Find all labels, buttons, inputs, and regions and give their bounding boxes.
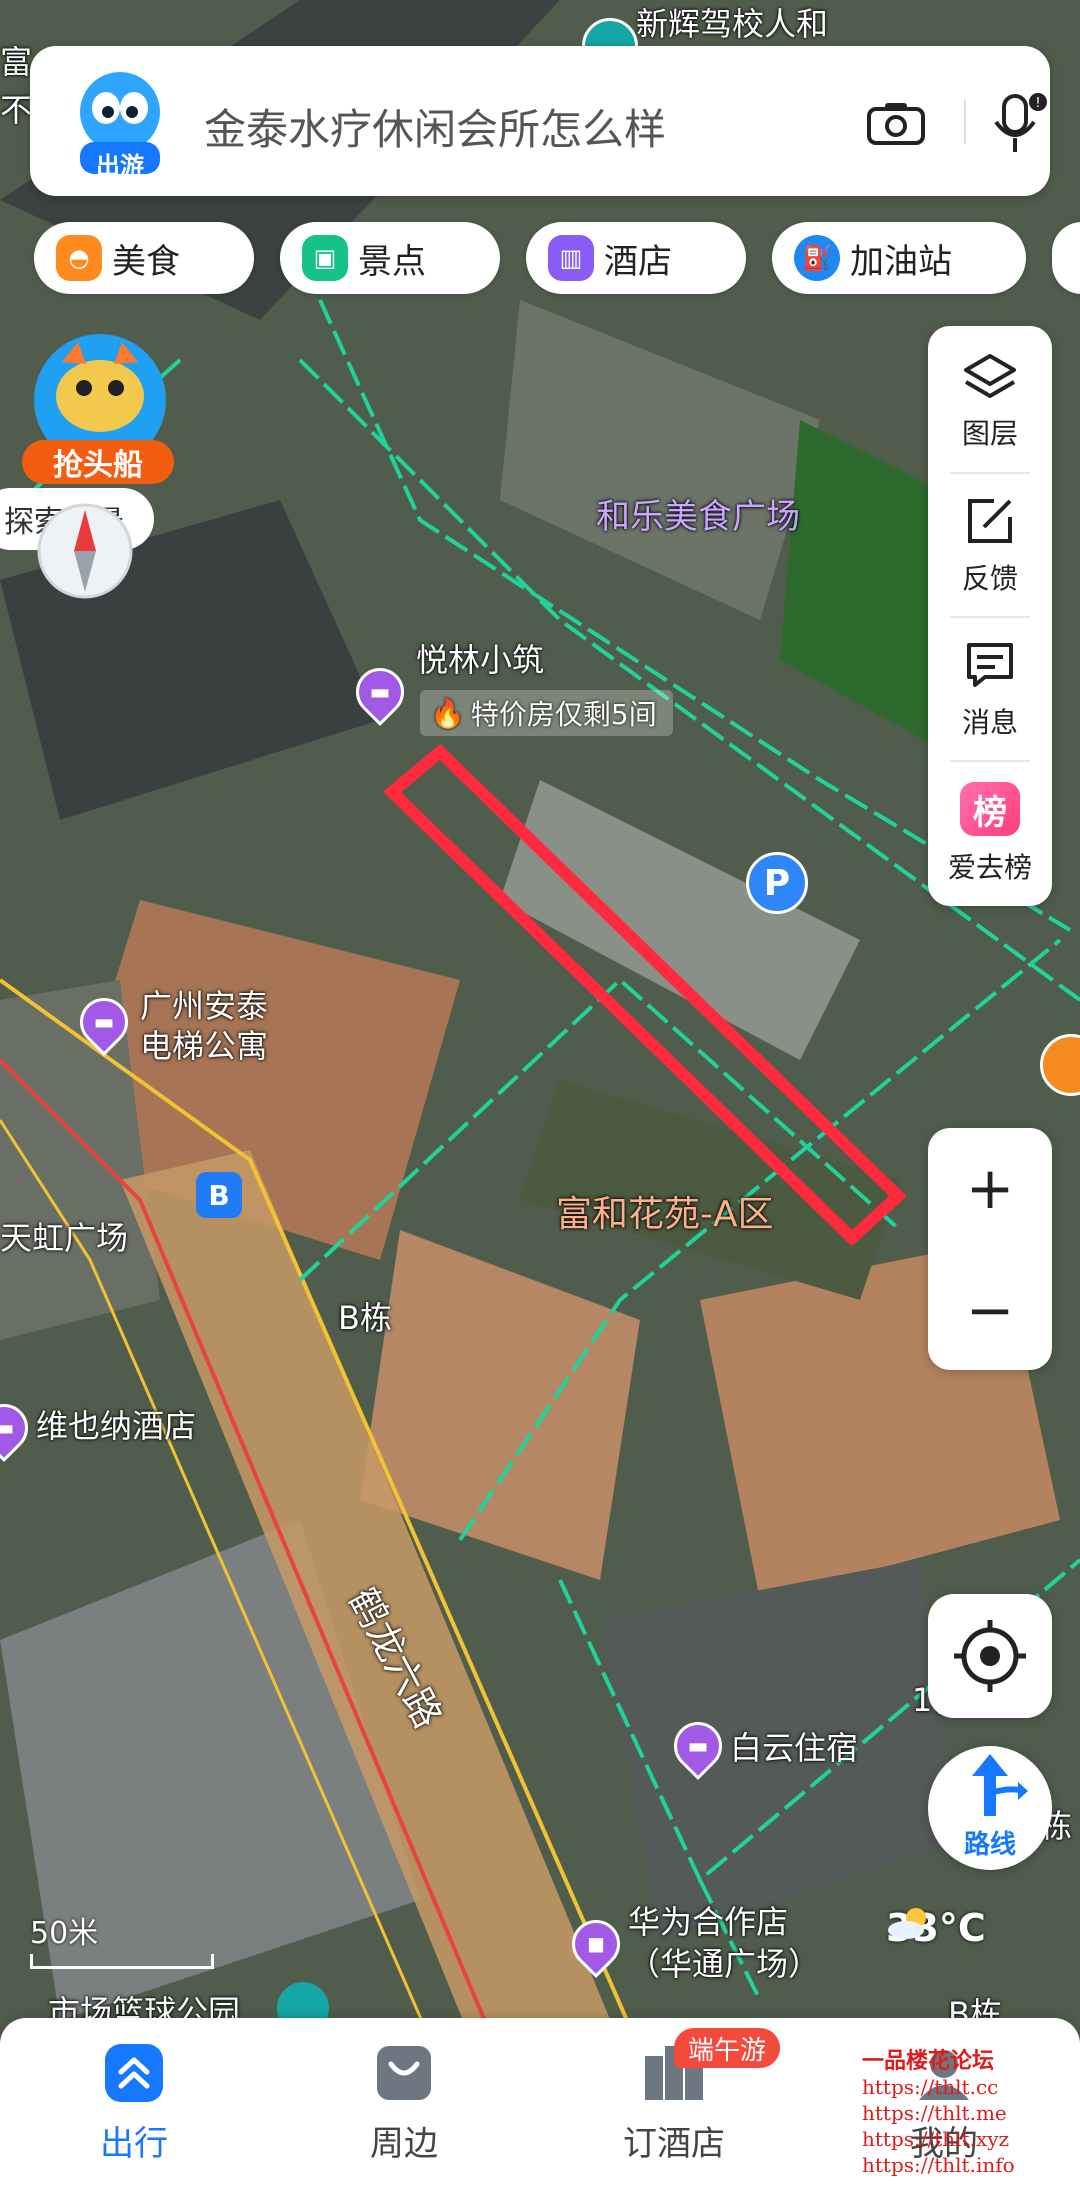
food-icon: ◓ [56, 235, 102, 281]
chip-gas-label: 加油站 [850, 241, 952, 282]
feedback-icon [968, 499, 1012, 543]
scenery-icon: ▣ [302, 235, 348, 281]
edge-label-1: 富 [0, 43, 33, 81]
chip-hotel-label: 酒店 [604, 241, 672, 282]
edge-label-2: 不 [0, 91, 33, 129]
search-input[interactable]: 金泰水疗休闲会所怎么样 [204, 96, 666, 157]
message-label: 消息 [961, 706, 1018, 739]
locate-button[interactable] [928, 1594, 1052, 1718]
hotel-icon: ▥ [548, 235, 594, 281]
zoom-out-button[interactable]: − [928, 1250, 1052, 1370]
map-tools-panel: 图层 反馈 消息 榜 爱去榜 [928, 326, 1052, 906]
nav-nearby[interactable]: 周边 [314, 2042, 494, 2165]
nav-travel-label: 出行 [100, 2124, 168, 2164]
watermark: 一品楼花论坛 https://thlt.cc https://thlt.me h… [862, 2048, 1052, 2178]
poi-label-huawei-1[interactable]: 华为合作店 [628, 1902, 788, 1942]
poi-label-antai-2[interactable]: 电梯公寓 [140, 1026, 268, 1066]
nearby-icon [377, 2046, 431, 2100]
travel-icon [105, 2044, 163, 2102]
promo-badge[interactable]: 抢头船 [22, 440, 174, 484]
route-button[interactable]: 路线 [928, 1746, 1052, 1870]
scale-line [30, 1954, 214, 1969]
parking-icon[interactable]: P [746, 852, 808, 914]
deal-tag[interactable]: 🔥 特价房仅剩5间 [420, 690, 673, 736]
watermark-url-2: https://thlt.me [862, 2101, 1007, 2125]
panel-divider [950, 760, 1030, 762]
weather-widget[interactable]: 33°C [886, 1906, 986, 1950]
message-button[interactable]: 消息 [928, 620, 1052, 760]
watermark-url-4: https://thlt.info [862, 2153, 1015, 2177]
partly-cloudy-icon [888, 1908, 926, 1939]
map-label-tianhong[interactable]: 天虹广场 [0, 1218, 128, 1258]
scale-label: 50米 [30, 1916, 99, 1951]
chip-scenery[interactable]: ▣ 景点 [280, 222, 500, 294]
poi-label-antai-1[interactable]: 广州安泰 [140, 986, 268, 1026]
ranking-label: 爱去榜 [947, 851, 1032, 884]
app-logo[interactable]: 出游 [66, 68, 174, 180]
search-bar[interactable]: 出游 金泰水疗休闲会所怎么样 ! [30, 46, 1050, 196]
feedback-button[interactable]: 反馈 [928, 476, 1052, 616]
feedback-label: 反馈 [961, 562, 1018, 595]
nav-hotel-label: 订酒店 [623, 2124, 725, 2164]
poi-label-baiyun[interactable]: 白云住宿 [730, 1728, 858, 1768]
bus-stop-icon[interactable]: B [196, 1172, 242, 1218]
svg-text:!: ! [1035, 96, 1040, 111]
logo-label: 出游 [96, 152, 144, 180]
map-label-garden[interactable]: 富和花苑-A区 [556, 1192, 774, 1237]
map-label-b-building: B栋 [338, 1299, 392, 1337]
chip-hotel[interactable]: ▥ 酒店 [526, 222, 746, 294]
route-label: 路线 [963, 1830, 1016, 1860]
panel-divider [950, 472, 1030, 474]
chip-food-label: 美食 [112, 241, 180, 282]
fire-icon: 🔥 [430, 696, 465, 730]
zoom-in-button[interactable]: + [928, 1128, 1052, 1248]
poi-label-driving-school[interactable]: 新辉驾校人和 [636, 4, 828, 44]
scale-bar: 50米 [30, 1908, 214, 1969]
watermark-title: 一品楼花论坛 [862, 2048, 995, 2074]
ranking-icon: 榜 [960, 782, 1020, 836]
panel-divider [950, 616, 1030, 618]
message-icon [967, 643, 1013, 687]
layers-icon [964, 354, 1016, 398]
layers-button[interactable]: 图层 [928, 332, 1052, 472]
zoom-control: + − [928, 1128, 1052, 1370]
layers-label: 图层 [961, 417, 1018, 450]
chip-food[interactable]: ◓ 美食 [34, 222, 254, 294]
search-divider [964, 100, 966, 144]
watermark-url-3: https://thlt.xyz [862, 2127, 1010, 2151]
locate-icon [954, 1620, 1026, 1692]
watermark-url-1: https://thlt.cc [862, 2075, 999, 2099]
gas-station-icon: ⛽ [794, 235, 840, 281]
poi-label-huawei-2[interactable]: （华通广场） [628, 1944, 820, 1984]
deal-text: 特价房仅剩5间 [470, 698, 657, 731]
microphone-icon[interactable]: ! [988, 90, 1050, 158]
map-label-food-plaza[interactable]: 和乐美食广场 [596, 496, 800, 539]
chip-scenery-label: 景点 [358, 241, 426, 282]
chip-gas-station[interactable]: ⛽ 加油站 [772, 222, 1026, 294]
camera-icon[interactable] [866, 100, 926, 146]
ranking-button[interactable]: 榜 爱去榜 [928, 764, 1052, 904]
nav-nearby-label: 周边 [370, 2124, 438, 2164]
festival-badge: 端午游 [674, 2028, 781, 2068]
route-arrow-icon [972, 1754, 1028, 1816]
poi-label-yuelin[interactable]: 悦林小筑 [416, 640, 544, 680]
nav-travel[interactable]: 出行 [44, 2042, 224, 2165]
poi-label-vienna[interactable]: 维也纳酒店 [36, 1406, 196, 1446]
compass-icon[interactable] [34, 500, 136, 602]
